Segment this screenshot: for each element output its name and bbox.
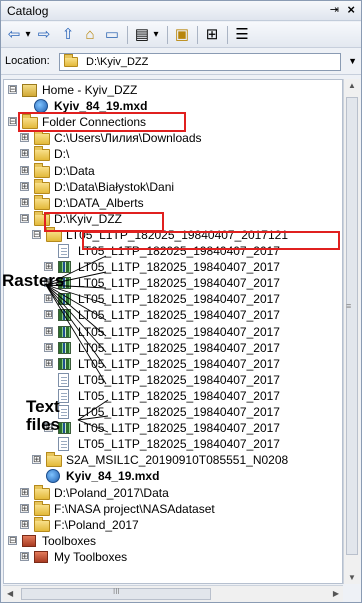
pointer-line [45,284,107,369]
pointer-line [45,255,107,286]
pointer-line [45,284,107,353]
annotation-lines [45,255,109,433]
pointer-line [77,419,109,433]
pointer-line [45,284,107,337]
pointer-line [45,284,107,385]
pointer-line [45,284,107,321]
pointer-line [45,271,107,286]
